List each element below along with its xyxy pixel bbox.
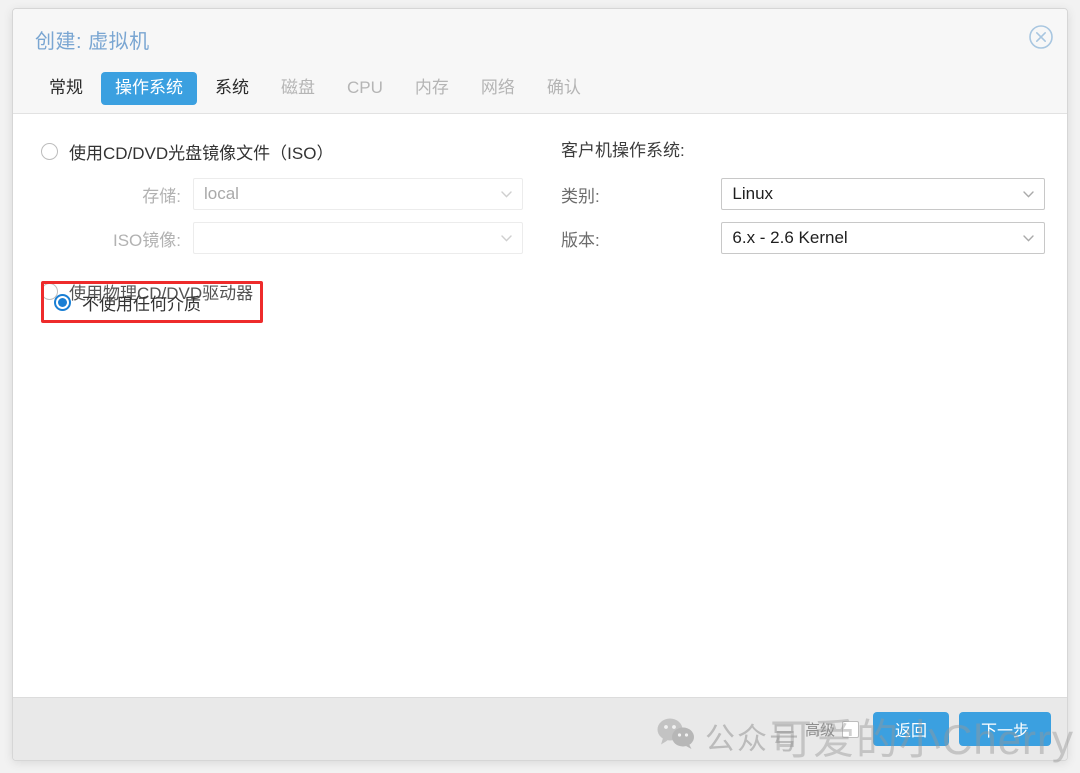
wizard-tabbar: 常规 操作系统 系统 磁盘 CPU 内存 网络 确认	[13, 64, 1067, 114]
iso-image-select	[193, 222, 523, 254]
advanced-label: 高级	[804, 721, 835, 739]
tab-confirm: 确认	[546, 78, 581, 98]
os-version-label: 版本:	[561, 230, 600, 250]
dialog-titlebar: 创建: 虚拟机	[13, 9, 1067, 64]
storage-row: 存储: local	[41, 178, 551, 210]
os-version-value: 6.x - 2.6 Kernel	[732, 228, 848, 247]
tab-cpu: CPU	[347, 78, 383, 98]
radio-no-media[interactable]	[54, 293, 71, 311]
chevron-down-icon	[1023, 191, 1034, 198]
storage-value: local	[204, 184, 239, 203]
dialog-body: 使用CD/DVD光盘镜像文件（ISO） 存储: local ISO镜像: 使用物…	[13, 114, 1067, 697]
iso-image-label: ISO镜像:	[112, 230, 181, 250]
advanced-checkbox-group[interactable]: 高级	[805, 719, 859, 740]
tab-system[interactable]: 系统	[201, 72, 263, 104]
chevron-down-icon	[501, 235, 512, 242]
next-button[interactable]: 下一步	[958, 712, 1051, 746]
chevron-down-icon	[1023, 235, 1034, 242]
radio-label-iso-image: 使用CD/DVD光盘镜像文件（ISO）	[69, 143, 334, 163]
dialog-title: 创建: 虚拟机	[35, 31, 150, 53]
back-button[interactable]: 返回	[872, 712, 949, 746]
tab-general[interactable]: 常规	[35, 72, 97, 104]
os-version-row: 版本: 6.x - 2.6 Kernel	[561, 222, 1045, 254]
os-version-select[interactable]: 6.x - 2.6 Kernel	[721, 222, 1045, 254]
storage-label: 存储:	[142, 186, 181, 206]
radio-row-iso-image[interactable]: 使用CD/DVD光盘镜像文件（ISO）	[41, 136, 551, 166]
os-type-select[interactable]: Linux	[721, 178, 1045, 210]
os-type-label: 类别:	[561, 186, 600, 206]
radio-label-no-media: 不使用任何介质	[82, 294, 201, 314]
radio-row-no-media[interactable]: 不使用任何介质	[54, 286, 201, 318]
media-selection-column: 使用CD/DVD光盘镜像文件（ISO） 存储: local ISO镜像: 使用物…	[41, 136, 551, 306]
close-circle-icon[interactable]	[1027, 23, 1055, 51]
storage-select: local	[193, 178, 523, 210]
tab-operating-system[interactable]: 操作系统	[101, 72, 197, 105]
tab-memory: 内存	[414, 78, 449, 98]
chevron-down-icon	[501, 191, 512, 198]
guest-os-section-title: 客户机操作系统:	[561, 141, 685, 160]
radio-iso-image[interactable]	[41, 142, 58, 160]
footer-controls: 高级 返回 下一步	[805, 698, 1051, 760]
create-vm-dialog: 创建: 虚拟机 常规 操作系统 系统 磁盘 CPU 内存 网络 确认 使用CD/…	[12, 8, 1068, 761]
os-type-value: Linux	[732, 184, 774, 203]
tab-network: 网络	[480, 78, 515, 98]
guest-os-column: 客户机操作系统: 类别: Linux 版本: 6.x - 2.6 Kernel	[561, 136, 1045, 254]
iso-image-row: ISO镜像:	[41, 222, 551, 254]
advanced-checkbox[interactable]	[841, 720, 859, 738]
tab-disk: 磁盘	[281, 78, 315, 98]
os-type-row: 类别: Linux	[561, 178, 1045, 210]
dialog-footer: 高级 返回 下一步	[13, 697, 1067, 760]
